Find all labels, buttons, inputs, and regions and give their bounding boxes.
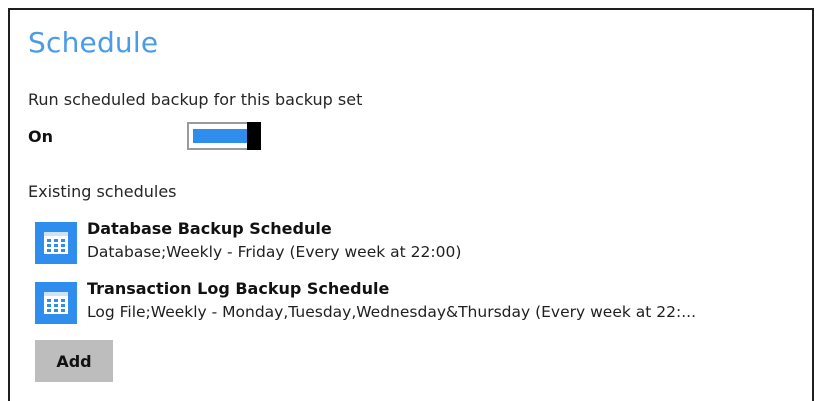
existing-schedules-label: Existing schedules [28,182,177,201]
toggle-thumb[interactable] [247,122,261,150]
schedule-detail: Database;Weekly - Friday (Every week at … [87,243,462,261]
add-schedule-button[interactable]: Add [35,340,113,382]
scheduled-backup-toggle[interactable] [187,122,261,150]
calendar-icon [35,222,77,264]
schedule-detail: Log File;Weekly - Monday,Tuesday,Wednesd… [87,303,696,321]
toggle-track-fill [193,129,247,143]
schedule-name: Database Backup Schedule [87,219,332,238]
section-title: Schedule [28,26,159,59]
toggle-state-label: On [28,127,53,146]
schedule-panel: Schedule Run scheduled backup for this b… [8,8,814,401]
calendar-icon [35,282,77,324]
schedule-name: Transaction Log Backup Schedule [87,279,390,298]
schedule-item-transaction-log-backup[interactable]: Transaction Log Backup Schedule Log File… [35,278,805,326]
scheduled-backup-label: Run scheduled backup for this backup set [28,90,363,109]
schedule-item-database-backup[interactable]: Database Backup Schedule Database;Weekly… [35,218,805,266]
